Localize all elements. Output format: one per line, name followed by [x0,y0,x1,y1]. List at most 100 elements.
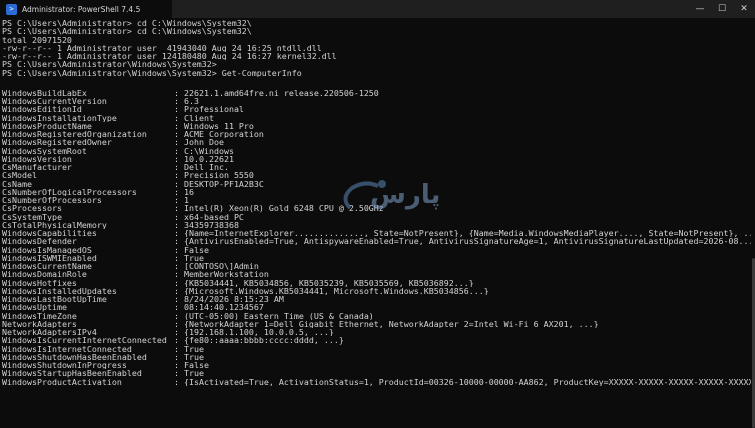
property-name: WindowsCapabilities [2,229,97,238]
property-row: WindowsIsCurrentInternetConnected : {fe80… [2,336,752,344]
close-icon[interactable]: ✕ [733,0,755,18]
property-name: CsManufacturer [2,163,72,172]
property-value: : Dell Inc. [174,163,229,172]
property-name: CsProcessors [2,204,62,213]
property-value: : [CONTOSO\]Admin [174,262,259,271]
property-value: : {KB5034441, KB5034856, KB5035239, KB50… [174,278,474,287]
property-value: : 16 [174,187,194,196]
property-name: CsNumberOfLogicalProcessors [2,187,137,196]
property-row: WindowsCurrentVersion: 6.3 [2,97,752,105]
property-value: : x64-based PC [174,212,244,221]
property-name: WindowsEditionId [2,105,82,114]
tab-powershell[interactable]: > Administrator: PowerShell 7.4.5 [0,0,172,18]
property-name: CsNumberOfProcessors [2,196,102,205]
property-value: : False [174,245,209,254]
property-row: WindowsRegisteredOrganization: ACME Corp… [2,130,752,138]
property-row: WindowsISWMIEnabled : True [2,254,752,262]
maximize-icon[interactable]: ☐ [711,0,733,18]
property-row: WindowsDomainRole: MemberWorkstation [2,270,752,278]
window-controls: — ☐ ✕ [689,0,755,18]
property-value: : 22621.1.amd64fre.ni_release.220506-125… [174,88,379,97]
property-name: WindowsShutdownHasBeenEnabled [2,352,147,361]
terminal-line: -rw-r--r-- 1 Administrator user 41943040… [2,43,322,52]
property-row: WindowsCurrentName : [CONTOSO\]Admin [2,262,752,270]
property-name: WindowsHotfixes [2,278,77,287]
property-name: WindowsISWMIEnabled [2,253,97,262]
property-row: CsNumberOfProcessors : 1 [2,196,752,204]
property-row: WindowsRegisteredOwner : John Doe [2,138,752,146]
property-value: : {NetworkAdapter_1=Dell Gigabit Etherne… [174,319,599,328]
property-value: : Intel(R) Xeon(R) Gold 6248 CPU @ 2.50G… [174,204,384,213]
property-row: WindowsInstallationType : Client [2,114,752,122]
property-name: WindowsCurrentVersion [2,97,107,106]
title-bar: > Administrator: PowerShell 7.4.5 — ☐ ✕ [0,0,755,18]
property-name: WindowsProductName [2,121,92,130]
property-row: CsSystemType: x64-based PC [2,213,752,221]
property-row: WindowsLastBootUpTime : 8/24/2026 8:15:23… [2,295,752,303]
property-row: WindowsTimeZone: (UTC-05:00) Eastern Tim… [2,312,752,320]
minimize-icon[interactable]: — [689,0,711,18]
property-value: : C:\Windows [174,146,234,155]
property-row: CsTotalPhysicalMemory: 34359738368 [2,221,752,229]
property-value: : 08:14:40.1234567 [174,303,264,312]
terminal-line: total 20971520 [2,35,72,44]
property-row: WindowsProductActivation: {IsActivated=T… [2,378,752,386]
property-name: WindowsSystemRoot [2,146,87,155]
property-row: NetworkAdapters: {NetworkAdapter_1=Dell … [2,320,752,328]
property-row: WindowsCapabilities : {Name=InternetExplo… [2,229,752,237]
property-row: CsModel: Precision 5550 [2,171,752,179]
property-row: WindowsVersion : 10.0.22621 [2,155,752,163]
property-value: : True [174,369,204,378]
terminal-output[interactable]: PS C:\Users\Administrator> cd C:\Windows… [2,19,752,386]
property-value: : 34359738368 [174,220,239,229]
property-name: WindowsUptime [2,303,67,312]
property-row: WindowsShutdownInProgress : False [2,361,752,369]
property-name: WindowsBuildLabEx [2,88,87,97]
property-row: WindowsDefender : {AntivirusEnabled=True,… [2,237,752,245]
property-name: WindowsTimeZone [2,311,77,320]
property-value: : 1 [174,196,189,205]
property-name: CsName [2,179,32,188]
property-value: : True [174,344,204,353]
property-name: WindowsStartupHasBeenEnabled [2,369,142,378]
property-row: NetworkAdaptersIPv4: {192.168.1.100, 10.… [2,328,752,336]
property-value: : True [174,253,204,262]
property-value: : John Doe [174,138,224,147]
property-value: : ACME Corporation [174,130,264,139]
property-row: WindowsHotfixes : {KB5034441, KB5034856, … [2,279,752,287]
property-name: WindowsRegisteredOwner [2,138,112,147]
property-value: : {AntivirusEnabled=True, AntispywareEna… [174,237,752,246]
property-value: : {fe80::aaaa:bbbb:cccc:dddd, ...} [174,336,344,345]
property-name: WindowsProductActivation [2,377,122,386]
property-row: CsNumberOfLogicalProcessors : 16 [2,188,752,196]
property-value: : 8/24/2026 8:15:23 AM [174,295,284,304]
property-name: WindowsInstalledUpdates [2,286,117,295]
property-name: NetworkAdaptersIPv4 [2,328,97,337]
property-name: WindowsLastBootUpTime [2,295,107,304]
property-row: WindowsShutdownHasBeenEnabled : True [2,353,752,361]
property-name: WindowsShutdownInProgress [2,361,127,370]
property-name: WindowsInstallationType [2,113,117,122]
property-name: WindowsDefender [2,237,77,246]
property-value: : Client [174,113,214,122]
scrollbar[interactable] [751,18,755,428]
property-value: : Precision 5550 [174,171,254,180]
property-name: WindowsIsManagedOS [2,245,92,254]
property-row: WindowsIsInternetConnected : True [2,345,752,353]
terminal-line: PS C:\Users\Administrator\Windows\System… [2,60,217,69]
property-name: WindowsVersion [2,154,72,163]
property-value: : False [174,361,209,370]
property-name: WindowsCurrentName [2,262,92,271]
property-row: WindowsBuildLabEx : 22621.1.amd64fre.ni_r… [2,89,752,97]
property-row: WindowsUptime : 08:14:40.1234567 [2,303,752,311]
terminal-line: -rw-r--r-- 1 Administrator user 12418048… [2,52,337,61]
property-value: : Professional [174,105,244,114]
property-value: : True [174,352,204,361]
property-row: CsProcessors : Intel(R) Xeon(R) Gold 6248… [2,204,752,212]
property-value: : {Name=InternetExplorer.............., … [174,229,752,238]
property-row: WindowsSystemRoot : C:\Windows [2,147,752,155]
property-value: : 10.0.22621 [174,154,234,163]
property-name: WindowsIsCurrentInternetConnected [2,336,167,345]
property-name: WindowsIsInternetConnected [2,344,132,353]
